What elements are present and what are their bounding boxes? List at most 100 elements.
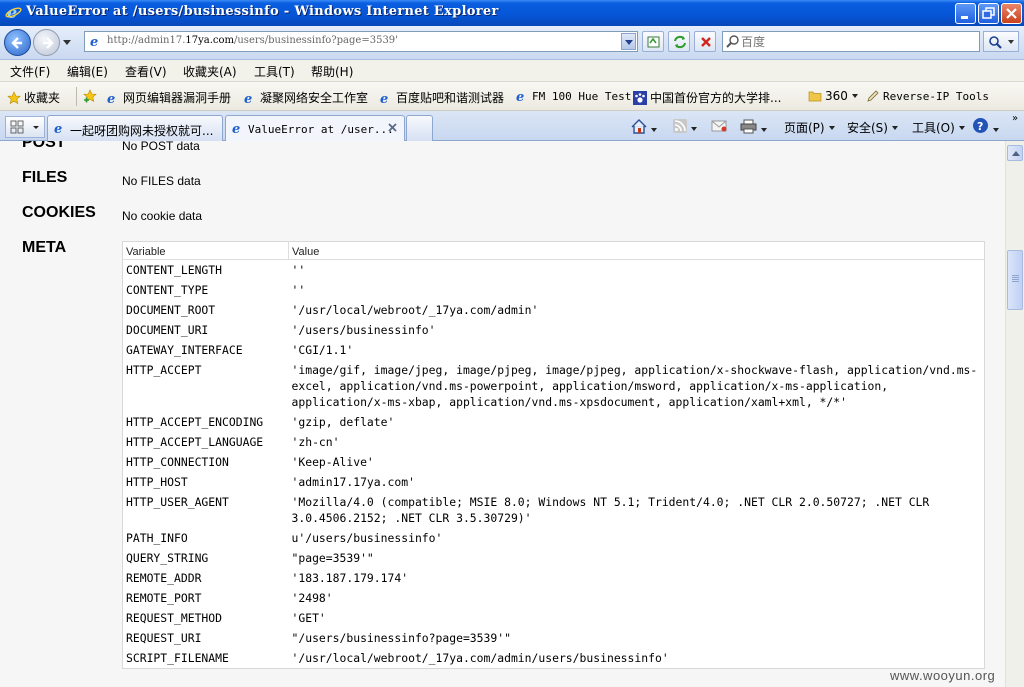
svg-text:e: e [232,122,240,135]
favorite-link-4[interactable]: e FM 100 Hue Test [515,89,631,103]
svg-text:e: e [516,90,524,103]
mail-icon [711,120,727,132]
tools-menu-label: 工具(O) [912,121,955,135]
page-menu-button[interactable]: 页面(P) [784,119,835,136]
forward-button[interactable] [33,29,60,56]
address-dropdown[interactable] [621,33,636,50]
table-row: REQUEST_URI "/users/businessinfo?page=353… [123,628,985,648]
print-button[interactable] [740,119,767,137]
table-row: HTTP_ACCEPT_ENCODING 'gzip, deflate' [123,412,985,432]
url-prefix: http://admin17. [107,35,186,46]
tab-1[interactable]: e 一起呀团购网未授权就可... [47,115,223,141]
menu-help[interactable]: 帮助(H) [311,63,353,80]
quick-tabs-button[interactable] [5,116,45,138]
post-section-value: No POST data [122,141,200,153]
printer-icon [740,119,757,134]
favorite-link-label: 凝聚网络安全工作室 [260,91,369,105]
folder-icon [808,91,822,102]
favorite-link-label: 网页编辑器漏洞手册 [123,91,232,105]
close-window-button[interactable] [1001,3,1022,24]
chevron-down-icon [761,128,767,132]
meta-variable-cell: HTTP_HOST [126,475,188,489]
table-row: DOCUMENT_URI '/users/businessinfo' [123,320,985,340]
safety-menu-button[interactable]: 安全(S) [847,119,898,136]
ie-page-icon: e [244,92,252,105]
refresh-icon [674,35,686,49]
new-tab-button[interactable] [406,115,433,141]
minimize-button[interactable] [955,3,976,24]
table-row: GATEWAY_INTERFACE 'CGI/1.1' [123,340,985,360]
url-path: /users/businessinfo?page=3539' [234,35,398,46]
table-row: HTTP_CONNECTION 'Keep-Alive' [123,452,985,472]
toolbar-overflow-button[interactable]: » [1012,113,1018,124]
meta-variable-cell: HTTP_CONNECTION [126,455,229,469]
mail-button[interactable] [711,119,727,135]
scroll-up-button[interactable] [1007,145,1023,161]
favorite-link-6[interactable]: Reverse-IP Tools [866,89,989,103]
meta-variable-cell: REQUEST_METHOD [126,611,223,625]
help-button[interactable]: ? [972,117,999,137]
favorite-link-label: FM 100 Hue Test [532,90,632,103]
favorite-link-1[interactable]: e 网页编辑器漏洞手册 [106,89,231,106]
recent-pages-dropdown[interactable] [63,40,71,45]
back-button[interactable] [4,29,31,56]
svg-text:e: e [244,92,252,105]
meta-value-cell: u'/users/businessinfo' [291,531,443,545]
tools-menu-button[interactable]: 工具(O) [912,119,965,136]
meta-value-cell: '/users/businessinfo' [291,323,436,337]
menu-file[interactable]: 文件(F) [10,63,50,80]
arrow-left-icon [11,37,22,49]
close-tab-icon[interactable] [387,122,398,133]
stop-button[interactable] [694,31,716,52]
address-bar[interactable]: e http://admin17.17ya.com/users/business… [84,31,638,52]
restore-button[interactable] [978,3,999,24]
url-host: 17ya.com [185,35,234,46]
menu-tools[interactable]: 工具(T) [254,63,295,80]
table-row: HTTP_ACCEPT 'image/gif, image/jpeg, image… [123,360,985,412]
magnifier-icon [989,36,1002,49]
add-favorite-button[interactable] [83,89,100,103]
favorite-link-3[interactable]: e 百度贴吧和谐测试器 [379,89,504,106]
table-row: HTTP_HOST 'admin17.17ya.com' [123,472,985,492]
tab-label: 一起呀团购网未授权就可... [70,124,214,138]
url-text[interactable]: http://admin17.17ya.com/users/businessin… [107,35,398,46]
menu-view[interactable]: 查看(V) [125,63,167,80]
favorite-link-2[interactable]: e 凝聚网络安全工作室 [243,89,368,106]
favorite-folder-360[interactable]: 360 [808,89,858,103]
home-button[interactable] [631,119,657,137]
menu-bar: 文件(F) 编辑(E) 查看(V) 收藏夹(A) 工具(T) 帮助(H) [0,60,1024,82]
scroll-thumb[interactable] [1007,250,1023,310]
favorites-button[interactable]: 收藏夹 [7,89,60,106]
meta-variable-cell: PATH_INFO [126,531,188,545]
meta-value-cell: '/usr/local/webroot/_17ya.com/admin/user… [291,651,669,665]
search-button[interactable] [983,31,1019,52]
meta-variable-cell: CONTENT_LENGTH [126,263,223,277]
meta-value-cell: '2498' [291,591,333,605]
meta-variable-cell: DOCUMENT_ROOT [126,303,216,317]
meta-variable-cell: DOCUMENT_URI [126,323,209,337]
pen-icon [867,90,879,102]
tab-2-active[interactable]: e ValueError at /user... [225,115,405,142]
compatibility-view-button[interactable] [642,31,664,52]
svg-text:e: e [54,122,62,135]
page-content: POST No POST data FILES No FILES data CO… [0,141,1005,687]
help-icon: ? [973,118,988,133]
meta-value-cell: 'Mozilla/4.0 (compatible; MSIE 8.0; Wind… [291,495,937,525]
meta-value-cell: 'CGI/1.1' [291,343,354,357]
svg-text:e: e [107,92,115,105]
favorite-link-label: 百度贴吧和谐测试器 [396,91,505,105]
meta-value-cell: '' [291,283,306,297]
compatibility-icon [647,36,660,48]
favorite-link-5[interactable]: 中国首份官方的大学排... [633,89,781,106]
table-row: CONTENT_TYPE '' [123,280,985,300]
menu-favorites[interactable]: 收藏夹(A) [183,63,237,80]
refresh-button[interactable] [668,31,690,52]
feeds-button[interactable] [673,119,697,136]
search-input[interactable] [741,34,971,49]
vertical-scrollbar[interactable] [1005,141,1024,687]
star-icon [7,91,21,105]
post-section-label: POST [22,141,66,151]
search-box[interactable] [722,31,980,52]
menu-edit[interactable]: 编辑(E) [67,63,108,80]
safety-menu-label: 安全(S) [847,121,888,135]
